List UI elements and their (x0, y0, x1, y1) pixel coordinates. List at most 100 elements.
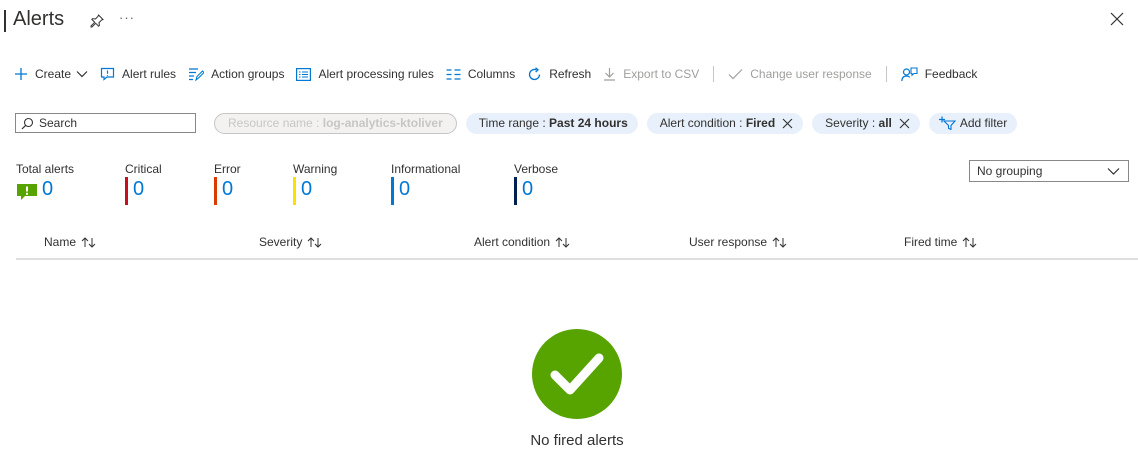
summary-total-value: 0 (42, 178, 54, 200)
resource-name-filter: Resource name : log-analytics-ktoliver (214, 112, 457, 134)
create-button[interactable]: Create (14, 67, 88, 81)
change-user-response-label: Change user response (750, 67, 872, 81)
severity-bar-informational (391, 177, 394, 205)
download-icon (604, 68, 616, 81)
severity-bar-verbose (514, 177, 517, 205)
summary-warning-label: Warning (293, 162, 338, 176)
summary-verbose-label: Verbose (514, 162, 559, 176)
time-range-filter-label: Time range : (478, 116, 546, 130)
title-divider (4, 10, 6, 32)
summary-informational-label: Informational (391, 162, 461, 176)
plus-icon (15, 68, 27, 80)
toolbar-divider (713, 66, 715, 82)
alert-condition-filter-value: Fired (745, 116, 776, 130)
feedback-label: Feedback (924, 67, 978, 81)
grouping-dropdown[interactable]: No grouping (969, 160, 1129, 182)
alert-rules-icon (100, 67, 115, 81)
severity-filter-value: all (878, 116, 892, 130)
resource-name-filter-value: log-analytics-ktoliver (322, 116, 443, 130)
summary-total-alerts[interactable]: Total alerts 0 (16, 162, 75, 200)
time-range-filter-value: Past 24 hours (549, 116, 628, 130)
refresh-label: Refresh (549, 67, 592, 81)
summary-warning-value: 0 (301, 178, 313, 200)
severity-bar-error (214, 177, 217, 205)
column-header-name-label: Name (44, 235, 77, 249)
export-csv-label: Export to CSV (623, 67, 700, 81)
summary-total-label: Total alerts (16, 162, 75, 176)
check-circle-icon (532, 329, 622, 419)
resource-name-filter-label: Resource name : (228, 116, 320, 130)
alerts-table-header: Name Severity Alert condition User respo… (16, 229, 1138, 260)
more-options-icon[interactable]: ··· (119, 10, 135, 25)
pin-icon[interactable] (89, 13, 105, 29)
alert-condition-filter[interactable]: Alert condition : Fired (646, 112, 804, 134)
alert-condition-filter-label: Alert condition : (659, 116, 743, 130)
command-bar: Create Alert rules Action groups Alert p… (14, 62, 989, 86)
column-header-severity[interactable]: Severity (259, 235, 322, 249)
severity-bar-warning (293, 177, 296, 205)
column-header-user-response[interactable]: User response (689, 235, 787, 249)
time-range-filter[interactable]: Time range : Past 24 hours (465, 112, 638, 134)
summary-informational-value: 0 (399, 178, 411, 200)
feedback-icon (900, 66, 918, 81)
search-icon (21, 117, 34, 129)
processing-rules-icon (296, 67, 312, 81)
refresh-button[interactable]: Refresh (527, 66, 592, 82)
summary-critical-value: 0 (133, 178, 145, 200)
summary-warning[interactable]: Warning 0 (293, 162, 338, 205)
add-filter-button[interactable]: Add filter (928, 112, 1018, 134)
title-bar: Alerts ··· (0, 0, 1138, 44)
severity-bar-critical (125, 177, 128, 205)
alert-rules-button[interactable]: Alert rules (100, 67, 176, 81)
column-header-fired-time-label: Fired time (904, 235, 958, 249)
summary-verbose[interactable]: Verbose 0 (514, 162, 559, 205)
action-groups-button[interactable]: Action groups (188, 67, 284, 81)
summary-error[interactable]: Error 0 (214, 162, 241, 205)
remove-filter-icon[interactable] (782, 118, 793, 129)
alert-icon (17, 184, 37, 200)
severity-filter[interactable]: Severity : all (812, 112, 920, 134)
summary-error-label: Error (214, 162, 241, 176)
alert-processing-rules-label: Alert processing rules (318, 67, 434, 81)
filter-bar: Search Resource name : log-analytics-kto… (15, 112, 1026, 134)
column-header-user-response-label: User response (689, 235, 768, 249)
action-groups-icon (189, 68, 205, 81)
column-header-alert-condition[interactable]: Alert condition (474, 235, 570, 249)
columns-button[interactable]: Columns (446, 67, 515, 81)
export-csv-button[interactable]: Export to CSV (603, 67, 699, 81)
remove-filter-icon[interactable] (899, 118, 910, 129)
close-icon[interactable] (1110, 12, 1124, 26)
column-header-severity-label: Severity (259, 235, 303, 249)
column-header-alert-condition-label: Alert condition (474, 235, 551, 249)
column-header-name[interactable]: Name (44, 235, 96, 249)
create-label: Create (35, 67, 72, 81)
sort-icon (81, 236, 96, 248)
add-filter-label: Add filter (959, 116, 1008, 130)
summary-critical[interactable]: Critical 0 (125, 162, 162, 205)
chevron-down-icon (76, 71, 88, 78)
empty-state-message: No fired alerts (530, 432, 624, 449)
add-filter-icon (938, 116, 956, 130)
sort-icon (962, 236, 977, 248)
grouping-selected-value: No grouping (977, 164, 1043, 178)
refresh-icon (529, 66, 541, 80)
columns-label: Columns (467, 67, 516, 81)
search-input[interactable]: Search (15, 113, 196, 133)
summary-informational[interactable]: Informational 0 (391, 162, 461, 205)
feedback-button[interactable]: Feedback (900, 66, 978, 82)
alert-processing-rules-button[interactable]: Alert processing rules (296, 67, 434, 81)
search-placeholder: Search (39, 116, 78, 130)
summary-critical-label: Critical (125, 162, 162, 176)
checkmark-icon (728, 69, 743, 80)
change-user-response-button[interactable]: Change user response (728, 67, 872, 81)
sort-icon (772, 236, 787, 248)
sort-icon (555, 236, 570, 248)
sort-icon (308, 236, 322, 248)
toolbar-divider (885, 66, 887, 82)
chevron-down-icon (1107, 168, 1120, 175)
page-title: Alerts (13, 8, 65, 30)
action-groups-label: Action groups (211, 67, 285, 81)
summary-verbose-value: 0 (522, 178, 534, 200)
column-header-fired-time[interactable]: Fired time (904, 235, 977, 249)
summary-error-value: 0 (222, 178, 234, 200)
